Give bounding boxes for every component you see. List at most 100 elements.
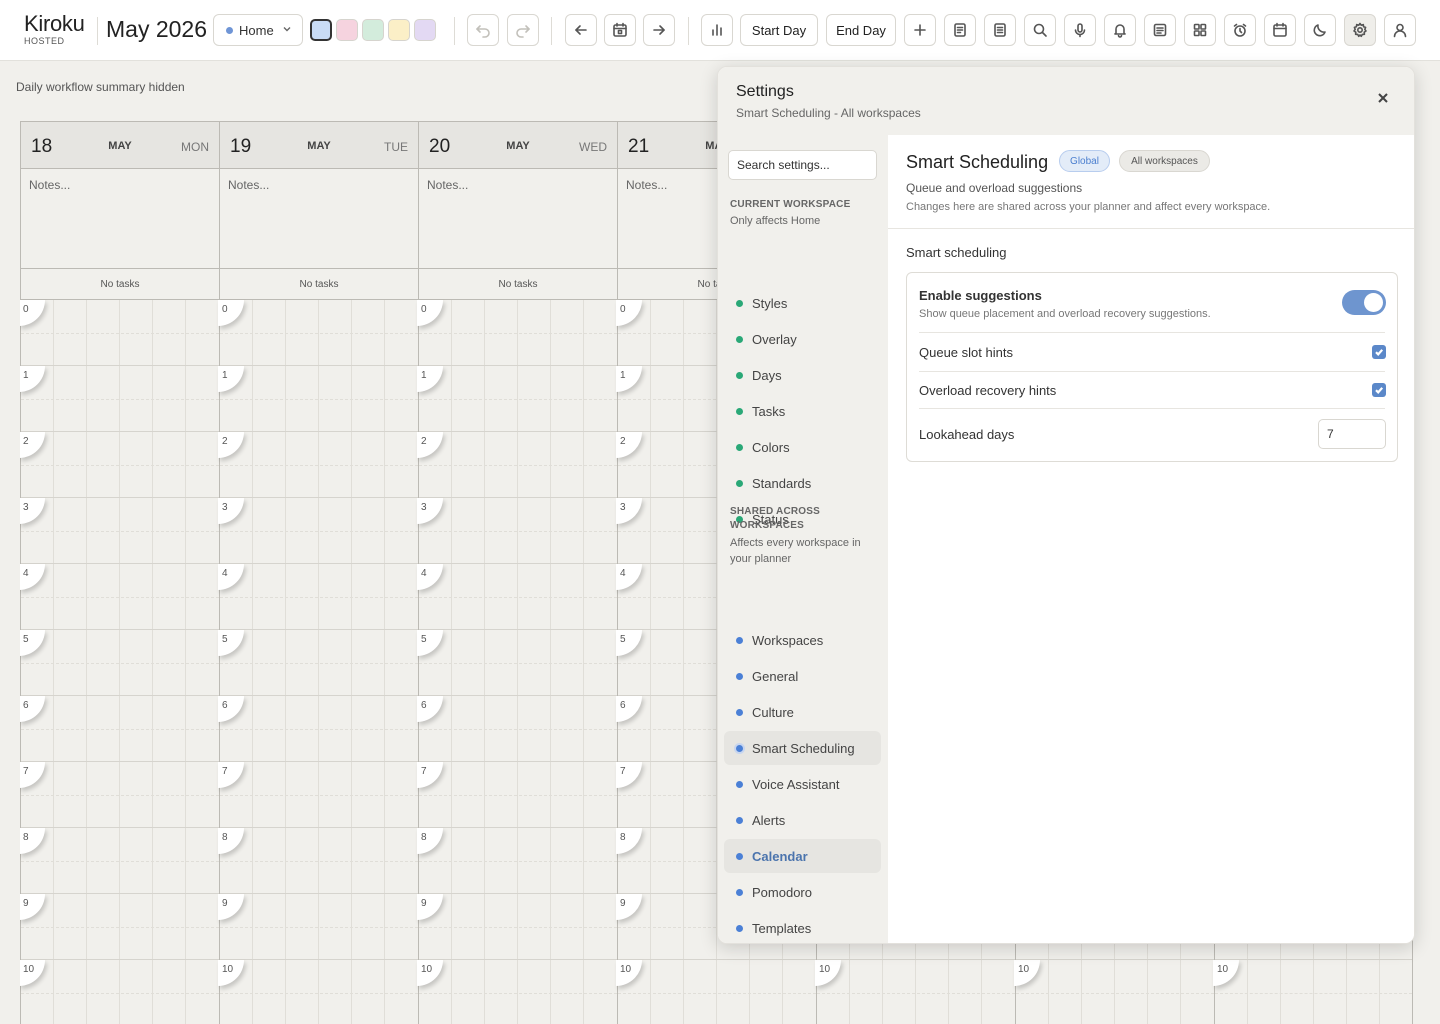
close-button[interactable] — [1376, 91, 1390, 105]
arrow-right-icon — [653, 25, 665, 35]
workflow-summary-toggle[interactable]: Daily workflow summary hidden — [16, 80, 185, 94]
hour-slot[interactable]: 6 — [417, 696, 617, 762]
end-day-button[interactable]: End Day — [826, 14, 896, 46]
hour-slot[interactable]: 1 — [417, 366, 617, 432]
hour-slot[interactable]: 8 — [218, 828, 418, 894]
hour-slot[interactable]: 9 — [20, 894, 219, 960]
hour-slot[interactable]: 8 — [20, 828, 219, 894]
alerts-button[interactable] — [1104, 14, 1136, 46]
day-notes-field[interactable]: Notes... — [220, 169, 418, 269]
overload-recovery-hints-checkbox[interactable] — [1372, 383, 1386, 397]
color-swatch-purple[interactable] — [414, 19, 436, 41]
day-notes-field[interactable]: Notes... — [21, 169, 219, 269]
sidebar-item-standards[interactable]: Standards — [724, 466, 881, 500]
sidebar-item-templates[interactable]: Templates — [724, 911, 881, 943]
shared-heading-line2: WORKSPACES — [730, 520, 805, 531]
hour-slot[interactable]: 0 — [20, 300, 219, 366]
queue-slot-hints-checkbox[interactable] — [1372, 345, 1386, 359]
start-day-button[interactable]: Start Day — [740, 14, 818, 46]
sidebar-item-voice-assistant[interactable]: Voice Assistant — [724, 767, 881, 801]
hour-slot[interactable]: 2 — [20, 432, 219, 498]
hour-slot[interactable]: 3 — [218, 498, 418, 564]
previous-button[interactable] — [565, 14, 597, 46]
hour-slot[interactable]: 3 — [417, 498, 617, 564]
hour-grid[interactable]: 0 1 2 3 4 5 6 7 8 9 10 — [218, 300, 418, 1024]
day-header[interactable]: 18 MAY MON — [21, 121, 219, 169]
hour-slot[interactable]: 10 — [1014, 960, 1214, 1024]
hour-slot[interactable]: 10 — [1213, 960, 1412, 1024]
sidebar-item-colors[interactable]: Colors — [724, 430, 881, 464]
pomodoro-button[interactable] — [1224, 14, 1256, 46]
hour-slot[interactable]: 10 — [815, 960, 1015, 1024]
hour-slot[interactable]: 8 — [417, 828, 617, 894]
hour-slot[interactable]: 3 — [20, 498, 219, 564]
hour-slot[interactable]: 5 — [417, 630, 617, 696]
sidebar-item-smart-scheduling[interactable]: Smart Scheduling — [724, 731, 881, 765]
hour-slot[interactable]: 6 — [218, 696, 418, 762]
lookahead-days-input[interactable] — [1318, 419, 1386, 449]
hour-grid[interactable]: 0 1 2 3 4 5 6 7 8 9 10 — [20, 300, 219, 1024]
hour-slot[interactable]: 7 — [218, 762, 418, 828]
hour-slot[interactable]: 10 — [417, 960, 617, 1024]
day-header[interactable]: 19 MAY TUE — [220, 121, 418, 169]
hour-slot[interactable]: 4 — [417, 564, 617, 630]
day-header[interactable]: 20 MAY WED — [419, 121, 617, 169]
sidebar-item-pomodoro[interactable]: Pomodoro — [724, 875, 881, 909]
hour-slot[interactable]: 5 — [218, 630, 418, 696]
hour-grid[interactable]: 0 1 2 3 4 5 6 7 8 9 10 — [417, 300, 617, 1024]
sidebar-item-calendar[interactable]: Calendar — [724, 839, 881, 873]
next-button[interactable] — [643, 14, 675, 46]
sidebar-item-culture[interactable]: Culture — [724, 695, 881, 729]
sidebar-item-days[interactable]: Days — [724, 358, 881, 392]
search-button[interactable] — [1024, 14, 1056, 46]
color-swatch-blue[interactable] — [310, 19, 332, 41]
profile-button[interactable] — [1384, 14, 1416, 46]
grid-view-button[interactable] — [1184, 14, 1216, 46]
color-swatch-yellow[interactable] — [388, 19, 410, 41]
sidebar-item-label: Workspaces — [752, 632, 824, 648]
dark-mode-button[interactable] — [1304, 14, 1336, 46]
color-swatch-green[interactable] — [362, 19, 384, 41]
sidebar-item-general[interactable]: General — [724, 659, 881, 693]
hour-slot[interactable]: 10 — [616, 960, 816, 1024]
enable-suggestions-toggle[interactable] — [1342, 290, 1386, 315]
stats-button[interactable] — [701, 14, 733, 46]
sidebar-item-styles[interactable]: Styles — [724, 286, 881, 320]
hour-slot[interactable]: 7 — [417, 762, 617, 828]
hour-slot[interactable]: 10 — [20, 960, 219, 1024]
hour-slot[interactable]: 4 — [20, 564, 219, 630]
notes-button[interactable] — [944, 14, 976, 46]
add-button[interactable] — [904, 14, 936, 46]
workspace-select[interactable]: Home — [213, 14, 303, 46]
voice-button[interactable] — [1064, 14, 1096, 46]
brand-logo[interactable]: Kiroku HOSTED — [24, 12, 85, 47]
today-button[interactable] — [604, 14, 636, 46]
hour-slot[interactable]: 1 — [20, 366, 219, 432]
sidebar-item-alerts[interactable]: Alerts — [724, 803, 881, 837]
day-notes-field[interactable]: Notes... — [419, 169, 617, 269]
brand-edition: HOSTED — [24, 36, 65, 46]
color-swatch-pink[interactable] — [336, 19, 358, 41]
hour-slot[interactable]: 4 — [218, 564, 418, 630]
hour-slot[interactable]: 5 — [20, 630, 219, 696]
search-settings-input[interactable] — [728, 150, 877, 180]
hour-slot[interactable]: 7 — [20, 762, 219, 828]
journal-button[interactable] — [984, 14, 1016, 46]
settings-button[interactable] — [1344, 14, 1376, 46]
hour-slot[interactable]: 2 — [218, 432, 418, 498]
calendar-button[interactable] — [1264, 14, 1296, 46]
hour-slot[interactable]: 0 — [218, 300, 418, 366]
sidebar-item-overlay[interactable]: Overlay — [724, 322, 881, 356]
hour-slot[interactable]: 9 — [417, 894, 617, 960]
undo-button[interactable] — [467, 14, 499, 46]
hour-slot[interactable]: 0 — [417, 300, 617, 366]
hour-slot[interactable]: 1 — [218, 366, 418, 432]
hour-slot[interactable]: 10 — [218, 960, 418, 1024]
hour-slot[interactable]: 9 — [218, 894, 418, 960]
templates-button[interactable] — [1144, 14, 1176, 46]
sidebar-item-workspaces[interactable]: Workspaces — [724, 623, 881, 657]
redo-button[interactable] — [507, 14, 539, 46]
hour-slot[interactable]: 6 — [20, 696, 219, 762]
hour-slot[interactable]: 2 — [417, 432, 617, 498]
sidebar-item-tasks[interactable]: Tasks — [724, 394, 881, 428]
